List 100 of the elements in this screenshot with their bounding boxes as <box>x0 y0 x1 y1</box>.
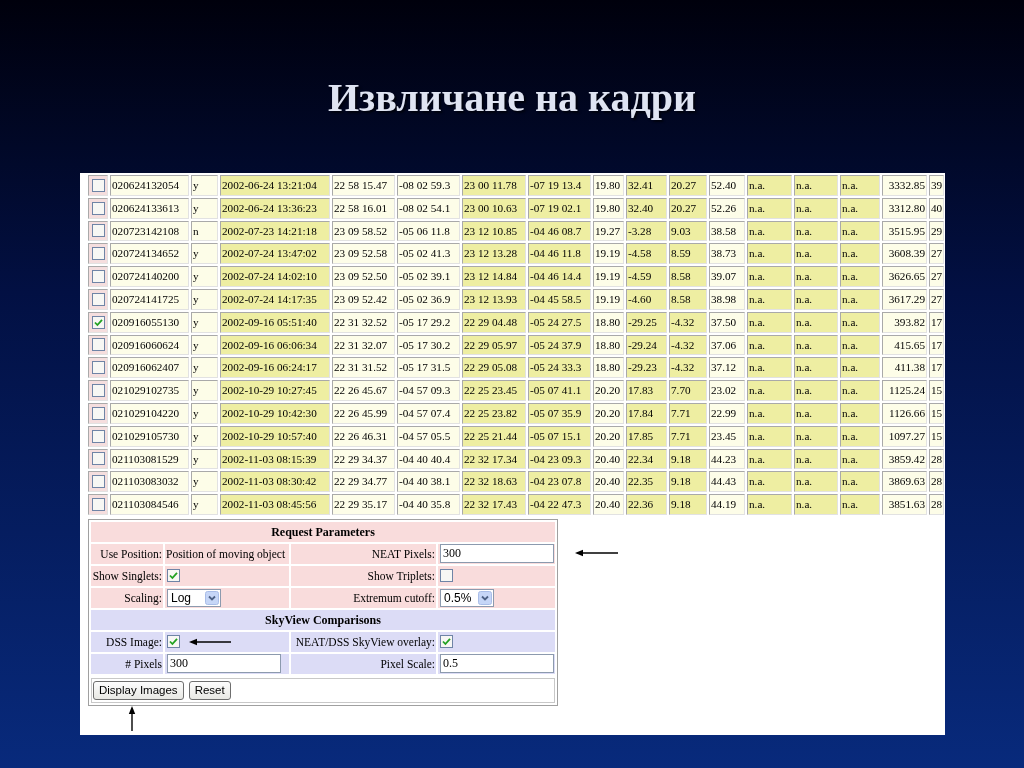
table-cell: -04 23 07.8 <box>528 471 591 493</box>
table-cell: 021029102735 <box>110 380 189 401</box>
table-cell: 28 <box>929 471 944 493</box>
form-button[interactable]: Reset <box>188 680 231 700</box>
table-cell: 19.27 <box>593 220 624 242</box>
table-cell: -04 57 09.3 <box>397 380 460 401</box>
field-label: # Pixels <box>91 653 163 674</box>
table-cell: -05 07 15.1 <box>528 425 591 447</box>
slide-title: Извличане на кадри <box>327 74 697 122</box>
table-cell: 2002-10-29 10:57:40 <box>220 425 330 447</box>
table-cell: 22 26 46.31 <box>332 425 395 447</box>
table-cell: 29 <box>929 220 944 242</box>
table-cell: n.a. <box>747 220 792 242</box>
table-cell: 3851.63 <box>882 494 927 515</box>
field-label: NEAT/DSS SkyView overlay: <box>291 631 436 652</box>
table-cell: 23 00 10.63 <box>462 197 526 219</box>
field-label: Show Singlets: <box>91 565 163 586</box>
table-cell: n.a. <box>840 197 880 219</box>
table-cell: n.a. <box>840 448 880 470</box>
table-cell: 20.27 <box>669 175 707 196</box>
table-cell: 23 12 13.28 <box>462 243 526 265</box>
table-cell: 17 <box>929 311 944 333</box>
table-cell: 22 31 32.07 <box>332 334 395 356</box>
table-cell: 7.71 <box>669 402 707 424</box>
table-cell: 52.40 <box>709 175 745 196</box>
table-cell: 18.80 <box>593 334 624 356</box>
table-cell: 3608.39 <box>882 243 927 265</box>
table-cell: 44.23 <box>709 448 745 470</box>
table-cell: n.a. <box>747 175 792 196</box>
table-cell: n.a. <box>840 357 880 379</box>
table-cell: 20.20 <box>593 402 624 424</box>
table-cell: 22 29 35.17 <box>332 494 395 515</box>
table-cell: 9.18 <box>669 471 707 493</box>
table-cell: 28 <box>929 494 944 515</box>
table-cell: y <box>191 402 218 424</box>
table-cell: 23 12 10.85 <box>462 220 526 242</box>
table-cell: 19.80 <box>593 197 624 219</box>
table-cell: 22 26 45.99 <box>332 402 395 424</box>
table-cell: y <box>191 425 218 447</box>
input-field[interactable]: 300 <box>167 654 281 674</box>
table-cell: -05 02 39.1 <box>397 266 460 287</box>
table-cell: 17 <box>929 334 944 356</box>
table-cell: n <box>191 220 218 242</box>
table-cell: 22.35 <box>626 471 667 493</box>
table-cell: 22 29 04.48 <box>462 311 526 333</box>
table-cell: 17.84 <box>626 402 667 424</box>
table-cell: 23 09 52.42 <box>332 289 395 310</box>
checked-checkbox[interactable] <box>440 635 453 649</box>
table-cell: 021103084546 <box>110 494 189 515</box>
table-cell: 2002-07-24 13:47:02 <box>220 243 330 265</box>
input-field[interactable]: 0.5 <box>440 654 554 674</box>
table-cell: -29.24 <box>626 334 667 356</box>
table-cell: -07 19 13.4 <box>528 175 591 196</box>
table-cell: 22 26 45.67 <box>332 380 395 401</box>
table-cell: 19.80 <box>593 175 624 196</box>
table-cell: n.a. <box>747 334 792 356</box>
left-arrow-icon <box>189 638 231 646</box>
checkbox[interactable] <box>440 569 453 583</box>
table-cell: n.a. <box>794 289 838 310</box>
table-cell: 8.58 <box>669 289 707 310</box>
table-cell: 22 29 34.37 <box>332 448 395 470</box>
table-cell: 23 09 58.52 <box>332 220 395 242</box>
table-cell: 3869.63 <box>882 471 927 493</box>
table-cell: 22 25 23.82 <box>462 402 526 424</box>
table-cell: 22.34 <box>626 448 667 470</box>
table-cell: n.a. <box>840 266 880 287</box>
table-cell: -05 06 11.8 <box>397 220 460 242</box>
table-cell: y <box>191 311 218 333</box>
section-header: SkyView Comparisons <box>91 609 555 630</box>
table-cell: n.a. <box>747 357 792 379</box>
field-label: DSS Image: <box>91 631 163 652</box>
table-cell: n.a. <box>840 311 880 333</box>
table-cell: 15 <box>929 425 944 447</box>
select-field[interactable]: Log <box>167 588 221 607</box>
table-cell: 393.82 <box>882 311 927 333</box>
table-cell: 23 12 14.84 <box>462 266 526 287</box>
table-cell: 020916062407 <box>110 357 189 379</box>
table-cell: n.a. <box>747 311 792 333</box>
checked-checkbox[interactable] <box>167 569 180 583</box>
table-cell: -04 46 14.4 <box>528 266 591 287</box>
checked-checkbox[interactable] <box>167 635 180 649</box>
table-cell: 2002-07-23 14:21:18 <box>220 220 330 242</box>
table-cell: 22.99 <box>709 402 745 424</box>
table-cell: 20.40 <box>593 471 624 493</box>
input-field[interactable]: 300 <box>440 544 554 564</box>
table-cell: 9.03 <box>669 220 707 242</box>
table-cell: 23.45 <box>709 425 745 447</box>
table-cell: n.a. <box>747 266 792 287</box>
caret-icon <box>205 590 219 605</box>
table-cell: n.a. <box>840 289 880 310</box>
table-cell: n.a. <box>747 448 792 470</box>
form-button[interactable]: Display Images <box>93 680 184 700</box>
table-cell: 2002-11-03 08:45:56 <box>220 494 330 515</box>
table-cell: n.a. <box>794 402 838 424</box>
table-cell: 22 32 17.34 <box>462 448 526 470</box>
table-cell: 2002-10-29 10:42:30 <box>220 402 330 424</box>
table-cell: 27 <box>929 243 944 265</box>
table-cell: -07 19 02.1 <box>528 197 591 219</box>
table-cell: 2002-07-24 14:02:10 <box>220 266 330 287</box>
select-field[interactable]: 0.5% <box>440 588 494 607</box>
